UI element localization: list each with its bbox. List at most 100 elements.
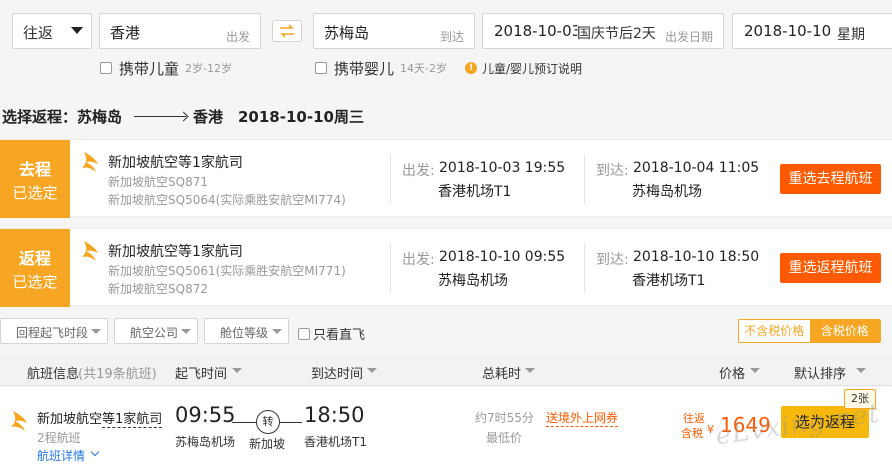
from-city-tag: 出发 <box>225 30 250 44</box>
col-flight-info: 航班信息 <box>27 367 80 382</box>
cabin-filter-label: 舱位等级 <box>220 326 269 340</box>
child-infant-info-link[interactable]: ! 儿童/婴儿预订说明 <box>465 58 582 78</box>
price-excl-tax-tab[interactable]: 不含税价格 <box>739 320 810 342</box>
from-city-value: 香港 <box>110 24 141 42</box>
outbound-arr-label: 到达: <box>596 163 629 179</box>
child-option[interactable]: 携带儿童 2岁-12岁 <box>100 58 232 78</box>
transfer-icon: 转 <box>256 410 280 434</box>
child-checkbox[interactable] <box>100 62 112 74</box>
return-date-tag: 星期 <box>837 27 865 43</box>
price-incl-tax-tab[interactable]: 含税价格 <box>809 320 880 342</box>
direct-only-option[interactable]: 只看直飞 <box>298 324 365 343</box>
flight-airline: 新加坡航空 <box>37 412 103 427</box>
return-flight-1: 新加坡航空SQ5061(实际乘胜安航空MI771) <box>108 264 346 278</box>
return-heading: 选择返程：苏梅岛 香港 2018-10-10周三 <box>0 94 892 138</box>
flight-arr-time: 18:50 <box>304 403 365 427</box>
child-label: 携带儿童 <box>119 59 180 78</box>
divider <box>390 243 391 293</box>
return-time-filter[interactable]: 回程起飞时段 <box>0 318 108 344</box>
heading-dest: 香港 <box>193 108 224 126</box>
flight-stops: 2程航班 <box>37 431 81 445</box>
col-arr-time-sort[interactable]: 到达时间 <box>311 363 363 382</box>
to-city-tag: 到达 <box>439 30 464 44</box>
selected-outbound-leg: 去程 已选定 新加坡航空等1家航司 新加坡航空SQ871 新加坡航空SQ5064… <box>0 139 892 218</box>
flight-list-header: 航班信息 (共19条航班) 起飞时间 到达时间 总耗时 价格 默认排序 <box>0 356 892 386</box>
arrow-right-icon <box>134 116 186 117</box>
direct-only-label: 只看直飞 <box>313 328 366 343</box>
chevron-down-icon <box>181 329 191 334</box>
airline-filter[interactable]: 航空公司 <box>114 318 198 344</box>
chevron-down-icon <box>90 447 100 457</box>
outbound-dep-time: 2018-10-03 19:55 <box>439 160 566 176</box>
direct-only-checkbox[interactable] <box>298 327 310 340</box>
chevron-down-icon <box>525 368 535 373</box>
swap-icon <box>280 24 294 38</box>
airline-logo-icon <box>11 411 27 431</box>
currency-symbol: ¥ <box>707 423 714 436</box>
col-price-sort[interactable]: 价格 <box>719 363 745 382</box>
info-label: 儿童/婴儿预订说明 <box>482 61 583 76</box>
transfer-city: 新加坡 <box>249 437 286 451</box>
depart-date-input[interactable]: 2018-10-03 国庆节后2天 出发日期 <box>482 13 724 49</box>
airline-filter-label: 航空公司 <box>130 326 179 340</box>
depart-date-tag: 出发日期 <box>664 30 713 44</box>
depart-date-note: 国庆节后2天 <box>577 23 656 43</box>
heading-title: 选择返程：苏梅岛 <box>2 108 123 126</box>
flight-dep-time: 09:55 <box>175 403 236 427</box>
return-time-filter-label: 回程起飞时段 <box>16 326 89 340</box>
from-city-input[interactable]: 香港 出发 <box>99 13 261 49</box>
divider <box>584 243 585 293</box>
reselect-return-button[interactable]: 重选返程航班 <box>780 253 881 283</box>
outbound-flight-1: 新加坡航空SQ871 <box>108 175 208 189</box>
trip-type-value: 往返 <box>23 24 54 42</box>
outbound-badge-title: 去程 <box>18 160 51 179</box>
flight-detail-link[interactable]: 航班详情 <box>37 447 85 464</box>
flight-airline-more[interactable]: 等1家航司 <box>102 408 163 428</box>
flight-count: (共19条航班) <box>78 367 157 382</box>
infant-label: 携带婴儿 <box>334 59 395 78</box>
return-airline: 新加坡航空等1家航司 <box>108 244 243 260</box>
default-sort[interactable]: 默认排序 <box>794 363 846 382</box>
col-dep-time-sort[interactable]: 起飞时间 <box>175 363 227 382</box>
info-icon: ! <box>465 62 477 74</box>
chevron-down-icon <box>232 368 242 373</box>
cabin-filter[interactable]: 舱位等级 <box>204 318 289 344</box>
return-arr-airport: 香港机场T1 <box>632 273 706 289</box>
chevron-down-icon <box>367 368 377 373</box>
to-city-input[interactable]: 苏梅岛 到达 <box>313 13 475 49</box>
outbound-arr-time: 2018-10-04 11:05 <box>633 160 760 176</box>
return-dep-time: 2018-10-10 09:55 <box>439 249 566 265</box>
infant-option[interactable]: 携带婴儿 14天-2岁 <box>315 58 447 78</box>
divider <box>584 154 585 204</box>
child-age-hint: 2岁-12岁 <box>185 62 232 75</box>
reselect-outbound-button[interactable]: 重选去程航班 <box>780 164 881 194</box>
swap-cities-button[interactable] <box>272 20 302 42</box>
return-badge-title: 返程 <box>18 249 51 268</box>
to-city-value: 苏梅岛 <box>324 24 370 42</box>
return-dep-airport: 苏梅岛机场 <box>438 273 508 289</box>
selected-return-leg: 返程 已选定 新加坡航空等1家航司 新加坡航空SQ5061(实际乘胜安航空MI7… <box>0 228 892 307</box>
outbound-airline: 新加坡航空等1家航司 <box>108 155 243 171</box>
price-mode-toggle: 不含税价格 含税价格 <box>738 319 881 343</box>
outbound-arr-airport: 苏梅岛机场 <box>632 184 702 200</box>
airline-logo-icon <box>82 152 98 172</box>
airline-logo-icon <box>82 241 98 261</box>
return-arr-time: 2018-10-10 18:50 <box>633 249 760 265</box>
divider <box>390 154 391 204</box>
infant-checkbox[interactable] <box>315 62 327 74</box>
col-duration-sort[interactable]: 总耗时 <box>482 363 521 382</box>
tax-included-label: 含税 <box>681 427 703 440</box>
chevron-down-icon <box>272 329 282 334</box>
return-arr-label: 到达: <box>596 252 629 268</box>
infant-age-hint: 14天-2岁 <box>400 62 447 75</box>
return-date-input[interactable]: 2018-10-10 星期 <box>732 13 892 49</box>
depart-date-value: 2018-10-03 <box>494 22 582 40</box>
lowest-price-tag: 最低价 <box>486 431 523 445</box>
search-bar: 往返 香港 出发 苏梅岛 到达 2018-10-03 国庆节后2天 出发日期 2… <box>0 0 892 92</box>
outbound-badge: 去程 已选定 <box>0 140 70 218</box>
trip-type-select[interactable]: 往返 <box>12 13 92 49</box>
chevron-down-icon <box>71 27 83 34</box>
promo-link[interactable]: 送境外上网券 <box>546 409 619 427</box>
return-dep-label: 出发: <box>402 252 435 268</box>
flight-duration: 约7时55分 <box>475 411 534 425</box>
